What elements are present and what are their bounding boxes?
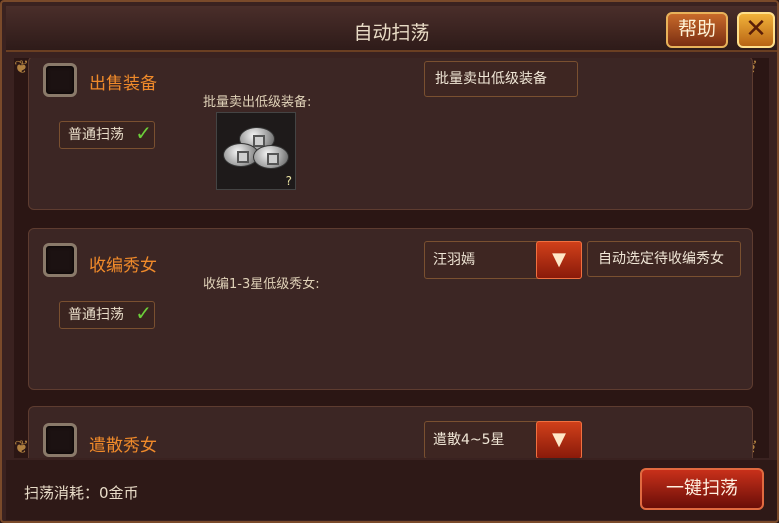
sell-equipment-title: 出售装备 — [89, 74, 157, 94]
sell-equipment-checkbox[interactable] — [43, 63, 77, 97]
recruit-maidens-mode-tag: 普通扫荡 ✓ — [59, 301, 155, 329]
triangle-down-icon[interactable]: ▼ — [536, 421, 582, 458]
dialog-footer: 扫荡消耗：0金币 一键扫荡 — [6, 460, 777, 520]
item-question-mark: ? — [285, 174, 292, 188]
dismiss-level-select[interactable]: 遣散4~5星 ▼ — [424, 421, 582, 458]
sweep-options-list[interactable]: ❦ ❦ ❦ ❦ 出售装备 普通扫荡 ✓ 批量卖出低级装备: ? 批量卖出低级装备… — [14, 58, 769, 458]
auto-select-maiden-button[interactable]: 自动选定待收编秀女 — [587, 241, 741, 277]
sell-equipment-label: 批量卖出低级装备: — [203, 95, 312, 110]
section-recruit-maidens: 收编秀女 普通扫荡 ✓ 收编1-3星低级秀女: 汪羽嫣 ▼ 自动选定待收编秀女 — [28, 228, 753, 390]
check-icon: ✓ — [135, 121, 152, 145]
close-button[interactable]: ✕ — [737, 12, 775, 48]
recruit-maidens-checkbox[interactable] — [43, 243, 77, 277]
recruit-maidens-label: 收编1-3星低级秀女: — [203, 277, 320, 292]
check-icon: ✓ — [135, 301, 152, 325]
triangle-down-icon[interactable]: ▼ — [536, 241, 582, 279]
maiden-select-value: 汪羽嫣 — [433, 252, 475, 268]
recruit-maidens-title: 收编秀女 — [89, 256, 157, 276]
close-icon: ✕ — [745, 14, 767, 44]
dialog-title: 自动扫荡 — [353, 22, 430, 44]
title-bar: 自动扫荡 帮助 ✕ — [6, 6, 777, 52]
maiden-select[interactable]: 汪羽嫣 ▼ — [424, 241, 582, 279]
mode-label: 普通扫荡 — [68, 127, 124, 143]
coin-icon — [253, 145, 289, 169]
section-dismiss-maidens: 遣散秀女 遣散4~5星 ▼ — [28, 406, 753, 458]
auto-sweep-dialog: 自动扫荡 帮助 ✕ ❦ ❦ ❦ ❦ 出售装备 普通扫荡 ✓ 批量卖出低级装备: … — [0, 0, 779, 523]
one-click-sweep-button[interactable]: 一键扫荡 — [640, 468, 764, 510]
sell-equipment-mode-tag: 普通扫荡 ✓ — [59, 121, 155, 149]
sweep-cost-label: 扫荡消耗：0金币 — [24, 484, 139, 502]
mode-label: 普通扫荡 — [68, 307, 124, 323]
help-button[interactable]: 帮助 — [666, 12, 728, 48]
section-sell-equipment: 出售装备 普通扫荡 ✓ 批量卖出低级装备: ? 批量卖出低级装备 — [28, 58, 753, 210]
dismiss-maidens-title: 遣散秀女 — [89, 436, 157, 456]
silver-coins-icon[interactable]: ? — [216, 112, 296, 190]
dismiss-maidens-checkbox[interactable] — [43, 423, 77, 457]
bulk-sell-equipment-button[interactable]: 批量卖出低级装备 — [424, 61, 578, 97]
dismiss-level-value: 遣散4~5星 — [433, 432, 505, 448]
